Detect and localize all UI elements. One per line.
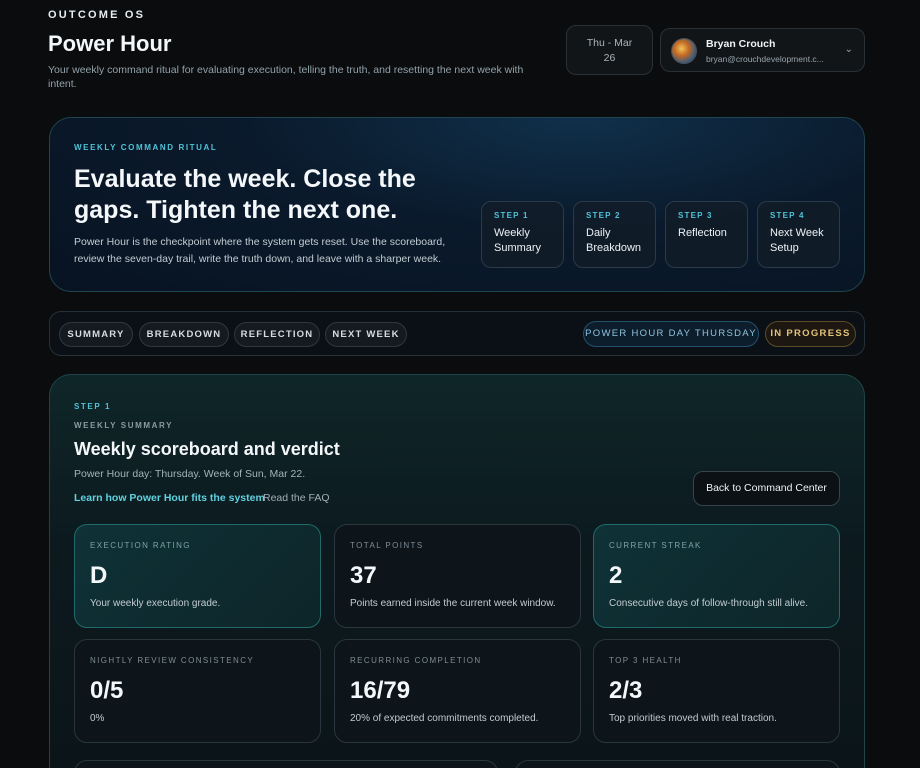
hero-card: WEEKLY COMMAND RITUAL Evaluate the week.…: [49, 117, 865, 292]
section-subtitle: Power Hour day: Thursday. Week of Sun, M…: [74, 468, 306, 480]
learn-link[interactable]: Learn how Power Hour fits the system: [74, 492, 265, 504]
next-card-left: [74, 760, 498, 768]
step-number: STEP 2: [586, 211, 621, 220]
tab-summary[interactable]: SUMMARY: [59, 322, 133, 347]
weekly-summary-panel: STEP 1 WEEKLY SUMMARY Weekly scoreboard …: [49, 374, 865, 768]
hero-body: Power Hour is the checkpoint where the s…: [74, 236, 446, 265]
stat-card-total-points: TOTAL POINTS 37 Points earned inside the…: [334, 524, 581, 628]
date-line-2: 26: [603, 52, 616, 64]
stat-value: 2/3: [609, 677, 643, 704]
next-card-right: [515, 760, 840, 768]
stat-description: Your weekly execution grade.: [90, 598, 221, 609]
stat-value: 37: [350, 562, 377, 589]
date-line-1: Thu - Mar: [586, 37, 633, 49]
faq-link[interactable]: Read the FAQ: [263, 492, 330, 504]
stat-label: TOTAL POINTS: [350, 541, 424, 550]
section-title: Weekly scoreboard and verdict: [74, 439, 340, 459]
stat-label: NIGHTLY REVIEW CONSISTENCY: [90, 656, 255, 665]
stat-value: 16/79: [350, 677, 411, 704]
power-hour-day-badge: POWER HOUR DAY THURSDAY: [583, 321, 759, 347]
stat-label: EXECUTION RATING: [90, 541, 191, 550]
stat-description: Top priorities moved with real traction.: [609, 713, 777, 724]
page-title: Power Hour: [48, 31, 172, 56]
tab-next-week[interactable]: NEXT WEEK: [325, 322, 407, 347]
step-card-1[interactable]: STEP 1 Weekly Summary: [481, 201, 564, 268]
step-label: Reflection: [678, 227, 727, 239]
stat-description: 20% of expected commitments completed.: [350, 713, 539, 724]
status-badge: IN PROGRESS: [765, 321, 856, 347]
stat-card-top-3-health: TOP 3 HEALTH 2/3 Top priorities moved wi…: [593, 639, 840, 743]
stat-value: D: [90, 562, 108, 589]
date-box: Thu - Mar 26: [566, 25, 653, 75]
tab-breakdown[interactable]: BREAKDOWN: [139, 322, 229, 347]
step-number: STEP 3: [678, 211, 713, 220]
step-eyebrow: STEP 1: [74, 402, 112, 411]
step-number: STEP 1: [494, 211, 529, 220]
stat-description: 0%: [90, 713, 105, 724]
section-tabbar: SUMMARY BREAKDOWN REFLECTION NEXT WEEK P…: [49, 311, 865, 356]
back-to-command-center-button[interactable]: Back to Command Center: [693, 471, 840, 506]
section-eyebrow: WEEKLY SUMMARY: [74, 421, 174, 430]
stat-card-execution-rating: EXECUTION RATING D Your weekly execution…: [74, 524, 321, 628]
stat-label: TOP 3 HEALTH: [609, 656, 682, 665]
stat-description: Points earned inside the current week wi…: [350, 598, 556, 609]
step-number: STEP 4: [770, 211, 805, 220]
stat-value: 2: [609, 562, 623, 589]
page-subtitle: Your weekly command ritual for evaluatin…: [48, 64, 524, 90]
user-name: Bryan Crouch: [706, 38, 776, 50]
user-email: bryan@crouchdevelopment.c...: [706, 54, 824, 64]
hero-title: Evaluate the week. Close the gaps. Tight…: [74, 165, 416, 224]
stat-card-nightly-review: NIGHTLY REVIEW CONSISTENCY 0/5 0%: [74, 639, 321, 743]
tab-reflection[interactable]: REFLECTION: [234, 322, 320, 347]
avatar: [671, 38, 697, 64]
step-label: Weekly Summary: [494, 227, 542, 254]
step-card-4[interactable]: STEP 4 Next Week Setup: [757, 201, 840, 268]
user-menu[interactable]: Bryan Crouch bryan@crouchdevelopment.c..…: [660, 28, 865, 72]
stat-card-recurring-completion: RECURRING COMPLETION 16/79 20% of expect…: [334, 639, 581, 743]
stat-value: 0/5: [90, 677, 124, 704]
stat-label: CURRENT STREAK: [609, 541, 702, 550]
step-card-2[interactable]: STEP 2 Daily Breakdown: [573, 201, 656, 268]
stat-label: RECURRING COMPLETION: [350, 656, 482, 665]
hero-eyebrow: WEEKLY COMMAND RITUAL: [74, 143, 218, 152]
step-label: Next Week Setup: [770, 227, 824, 254]
stat-description: Consecutive days of follow-through still…: [609, 598, 808, 609]
step-label: Daily Breakdown: [586, 227, 642, 254]
brand-label: OUTCOME OS: [48, 9, 146, 21]
stat-card-current-streak: CURRENT STREAK 2 Consecutive days of fol…: [593, 524, 840, 628]
chevron-down-icon: ⌄: [844, 44, 853, 55]
step-card-3[interactable]: STEP 3 Reflection: [665, 201, 748, 268]
